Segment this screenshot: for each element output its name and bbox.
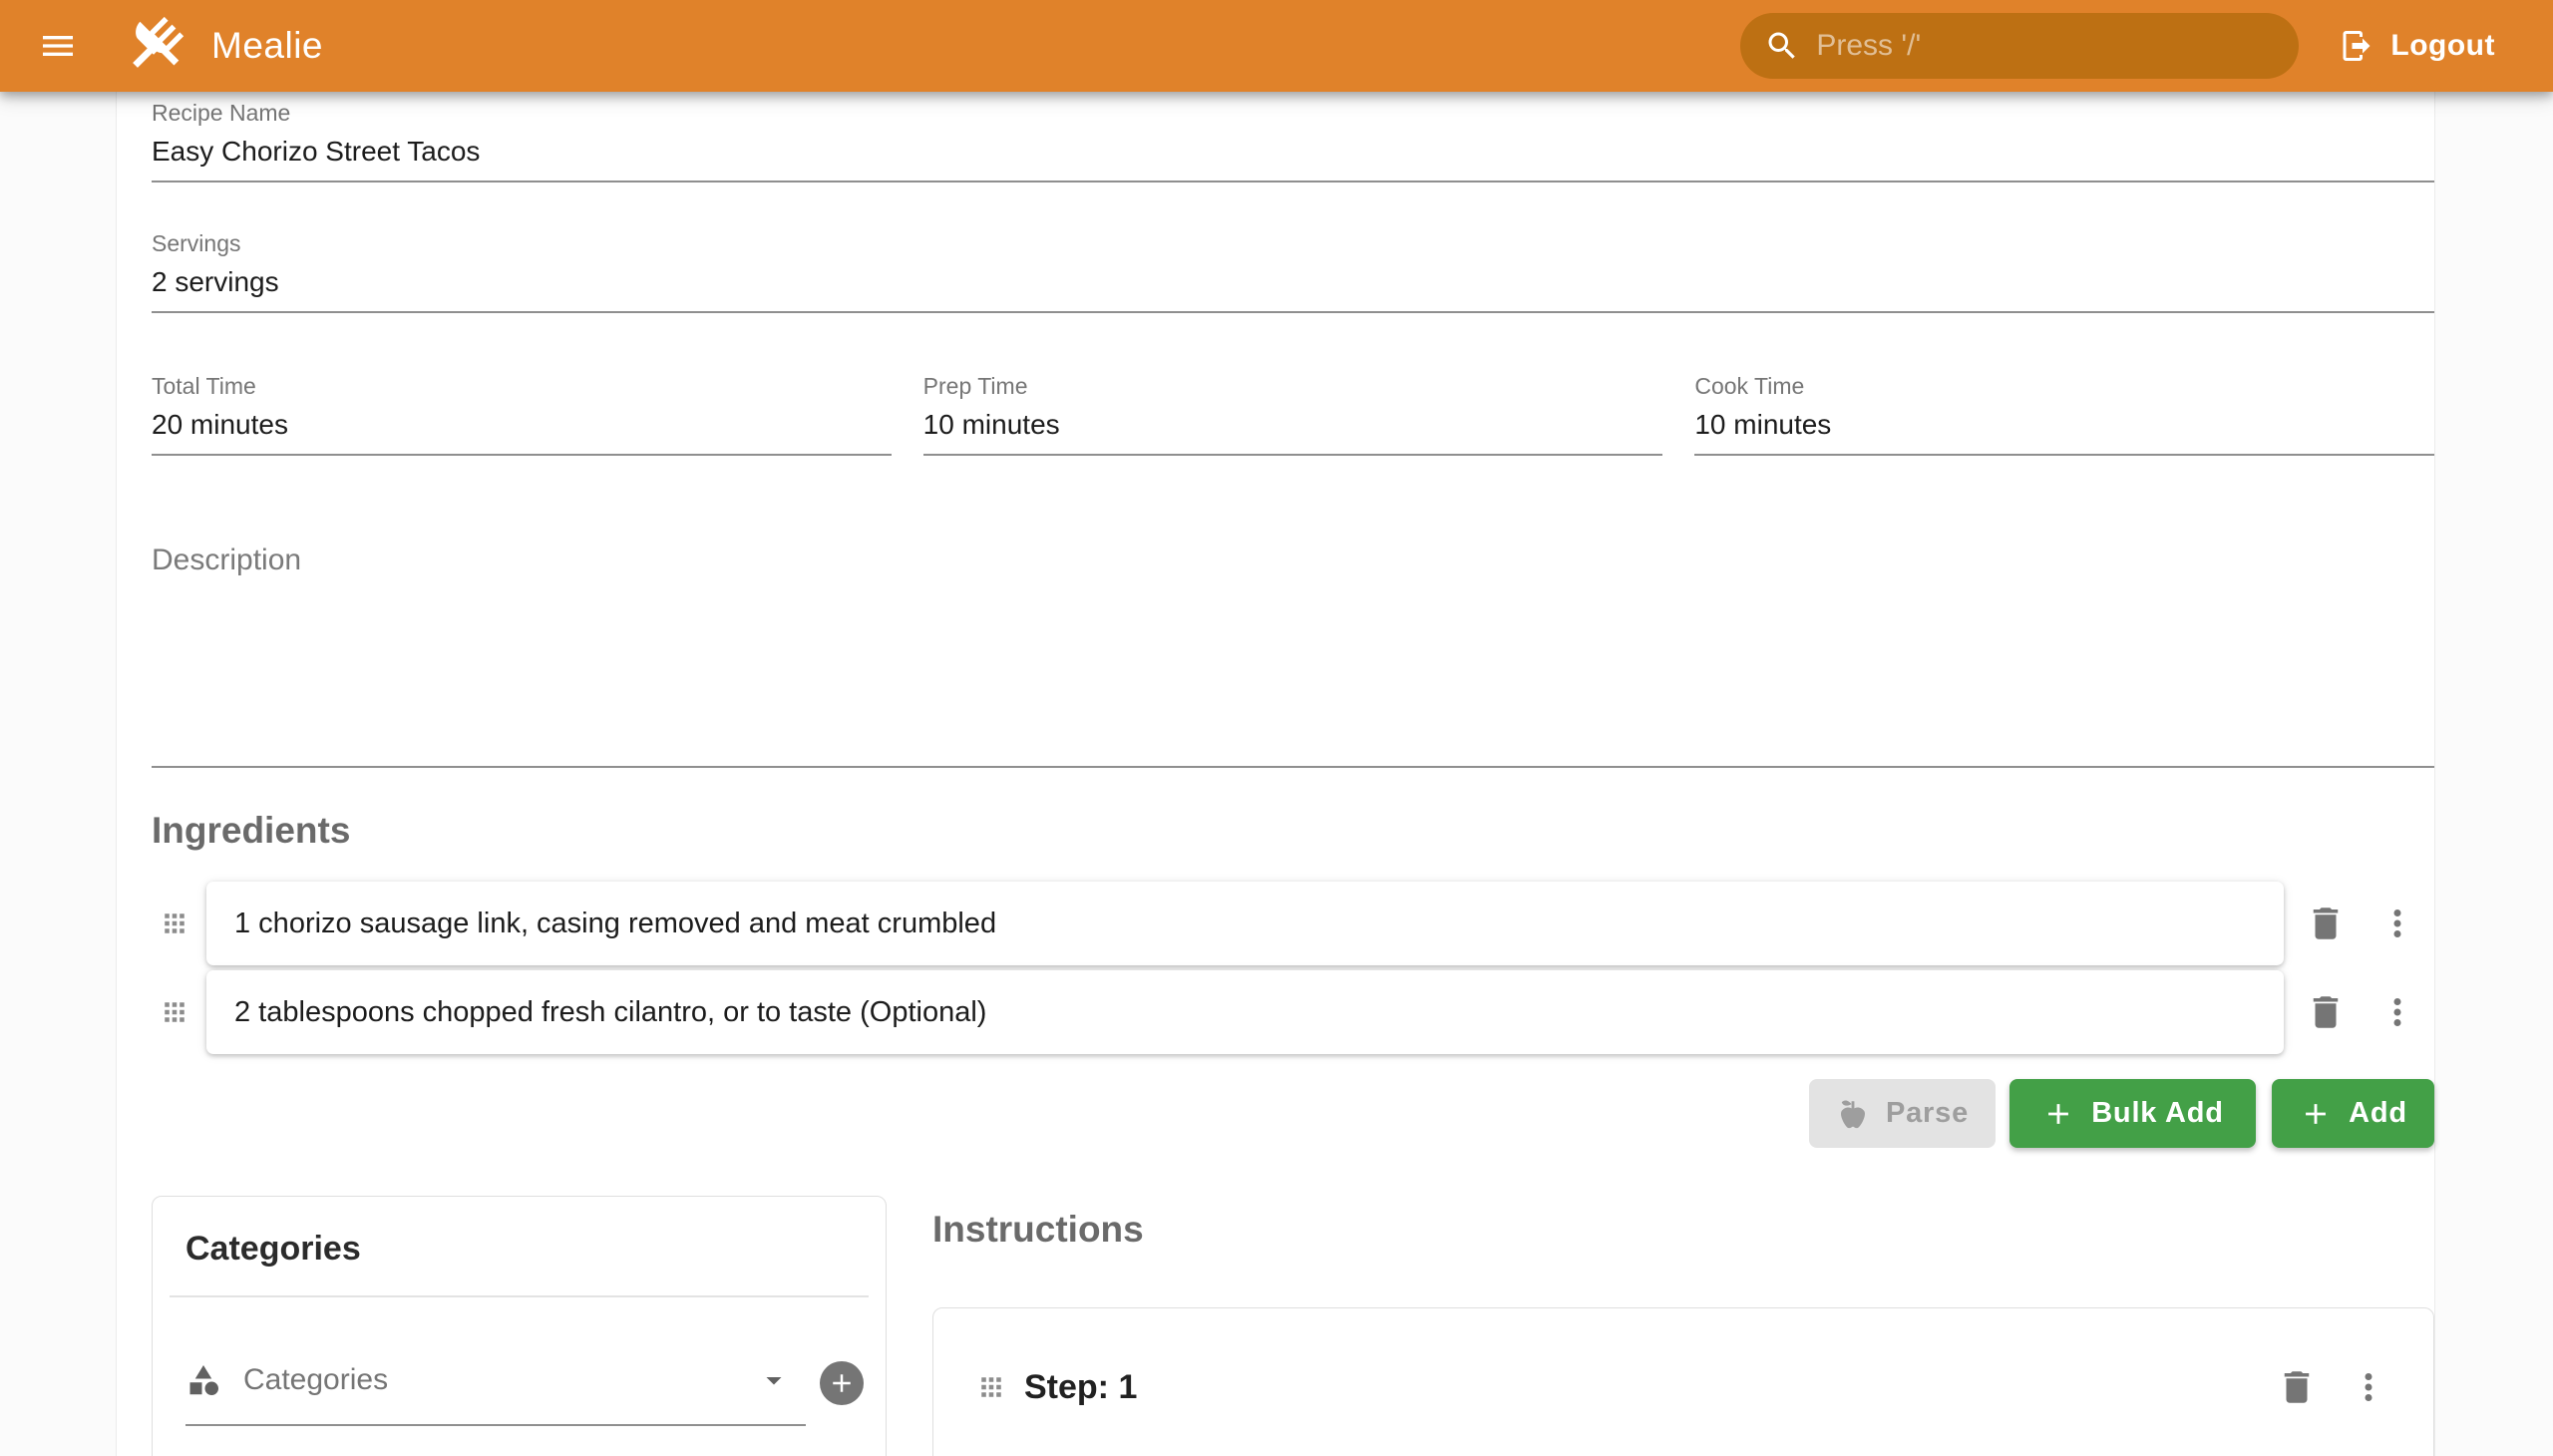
- bulk-add-button[interactable]: Bulk Add: [2009, 1079, 2256, 1148]
- kebab-icon: [2376, 903, 2418, 944]
- kebab-icon: [2376, 991, 2418, 1033]
- mealie-logo-icon: [122, 13, 187, 79]
- delete-ingredient-button[interactable]: [2298, 984, 2354, 1040]
- ingredient-text: 1 chorizo sausage link, casing removed a…: [234, 908, 996, 940]
- servings-field[interactable]: Servings 2 servings: [152, 230, 2434, 313]
- cook-time-value[interactable]: 10 minutes: [1694, 409, 2434, 454]
- trash-icon: [2305, 991, 2347, 1033]
- recipe-name-field[interactable]: Recipe Name Easy Chorizo Street Tacos: [152, 92, 2434, 182]
- step-title: Step: 1: [1024, 1368, 1137, 1407]
- plus-icon: [2299, 1097, 2333, 1131]
- logout-label: Logout: [2390, 29, 2495, 63]
- menu-button[interactable]: [36, 24, 80, 68]
- add-ingredient-button[interactable]: Add: [2272, 1079, 2434, 1148]
- cook-time-field[interactable]: Cook Time 10 minutes: [1694, 373, 2434, 456]
- recipe-meta-fields: Recipe Name Easy Chorizo Street Tacos Se…: [152, 92, 2434, 768]
- ingredient-input[interactable]: 2 tablespoons chopped fresh cilantro, or…: [206, 970, 2284, 1054]
- add-category-button[interactable]: [820, 1361, 864, 1405]
- step-menu-button[interactable]: [2341, 1359, 2396, 1415]
- categories-select[interactable]: Categories: [185, 1362, 806, 1426]
- description-textarea[interactable]: Description: [152, 456, 2434, 768]
- ingredient-text: 2 tablespoons chopped fresh cilantro, or…: [234, 996, 986, 1029]
- ingredient-row: 2 tablespoons chopped fresh cilantro, or…: [162, 970, 2434, 1054]
- parse-button[interactable]: Parse: [1809, 1079, 1996, 1148]
- shapes-icon: [185, 1362, 221, 1398]
- total-time-field[interactable]: Total Time 20 minutes: [152, 373, 892, 456]
- bottom-columns: Categories Categories: [152, 1196, 2434, 1456]
- recipe-name-value[interactable]: Easy Chorizo Street Tacos: [152, 136, 2434, 181]
- prep-time-label: Prep Time: [923, 373, 1663, 400]
- trash-icon: [2305, 903, 2347, 944]
- add-label: Add: [2349, 1097, 2407, 1130]
- instructions-section: Instructions Step: 1 Com: [932, 1196, 2434, 1456]
- servings-value[interactable]: 2 servings: [152, 266, 2434, 311]
- categories-select-row: Categories: [185, 1361, 864, 1427]
- ingredients-heading: Ingredients: [152, 810, 2434, 852]
- search-icon: [1764, 28, 1800, 64]
- drag-handle-icon[interactable]: [162, 999, 187, 1025]
- kebab-icon: [2348, 1366, 2389, 1408]
- step-card: Step: 1 Combine crumbled chorizo and chi…: [932, 1307, 2434, 1456]
- app-bar-right: Press '/' Logout: [1740, 13, 2553, 79]
- app-bar: Mealie Press '/' Logout: [0, 0, 2553, 92]
- categories-heading: Categories: [185, 1230, 886, 1269]
- cook-time-label: Cook Time: [1694, 373, 2434, 400]
- drag-handle-icon[interactable]: [978, 1374, 1004, 1400]
- ingredient-row: 1 chorizo sausage link, casing removed a…: [162, 882, 2434, 965]
- logout-button[interactable]: Logout: [2339, 28, 2495, 64]
- plus-icon: [2041, 1097, 2075, 1131]
- ingredient-menu-button[interactable]: [2370, 896, 2425, 951]
- search-placeholder: Press '/': [1816, 29, 1921, 63]
- categories-divider: [170, 1295, 869, 1297]
- servings-label: Servings: [152, 230, 2434, 257]
- parse-label: Parse: [1886, 1097, 1969, 1130]
- ingredients-actions: Parse Bulk Add Add: [117, 1079, 2434, 1148]
- prep-time-value[interactable]: 10 minutes: [923, 409, 1663, 454]
- apple-icon: [1836, 1097, 1870, 1131]
- app-title: Mealie: [211, 25, 323, 67]
- instructions-heading: Instructions: [932, 1209, 2434, 1251]
- app-bar-left: Mealie: [0, 13, 323, 79]
- plus-icon: [827, 1368, 857, 1398]
- drag-handle-icon[interactable]: [162, 910, 187, 936]
- trash-icon: [2276, 1366, 2318, 1408]
- step-header: Step: 1: [978, 1359, 2396, 1415]
- description-label: Description: [152, 544, 2434, 577]
- search-input[interactable]: Press '/': [1740, 13, 2299, 79]
- delete-step-button[interactable]: [2269, 1359, 2325, 1415]
- categories-card: Categories Categories: [152, 1196, 887, 1456]
- total-time-value[interactable]: 20 minutes: [152, 409, 892, 454]
- hamburger-icon: [38, 26, 78, 66]
- categories-select-label: Categories: [243, 1363, 388, 1397]
- bulk-add-label: Bulk Add: [2091, 1097, 2224, 1130]
- recipe-name-label: Recipe Name: [152, 100, 2434, 127]
- prep-time-field[interactable]: Prep Time 10 minutes: [923, 373, 1663, 456]
- chevron-down-icon[interactable]: [756, 1362, 792, 1398]
- ingredients-list: 1 chorizo sausage link, casing removed a…: [117, 882, 2434, 1054]
- recipe-form-card: Recipe Name Easy Chorizo Street Tacos Se…: [116, 92, 2435, 1456]
- logout-icon: [2339, 28, 2374, 64]
- ingredient-input[interactable]: 1 chorizo sausage link, casing removed a…: [206, 882, 2284, 965]
- ingredient-menu-button[interactable]: [2370, 984, 2425, 1040]
- delete-ingredient-button[interactable]: [2298, 896, 2354, 951]
- total-time-label: Total Time: [152, 373, 892, 400]
- mealie-recipe-editor-page: Mealie Press '/' Logout Recipe Name Easy…: [0, 0, 2553, 1456]
- times-row: Total Time 20 minutes Prep Time 10 minut…: [152, 373, 2434, 456]
